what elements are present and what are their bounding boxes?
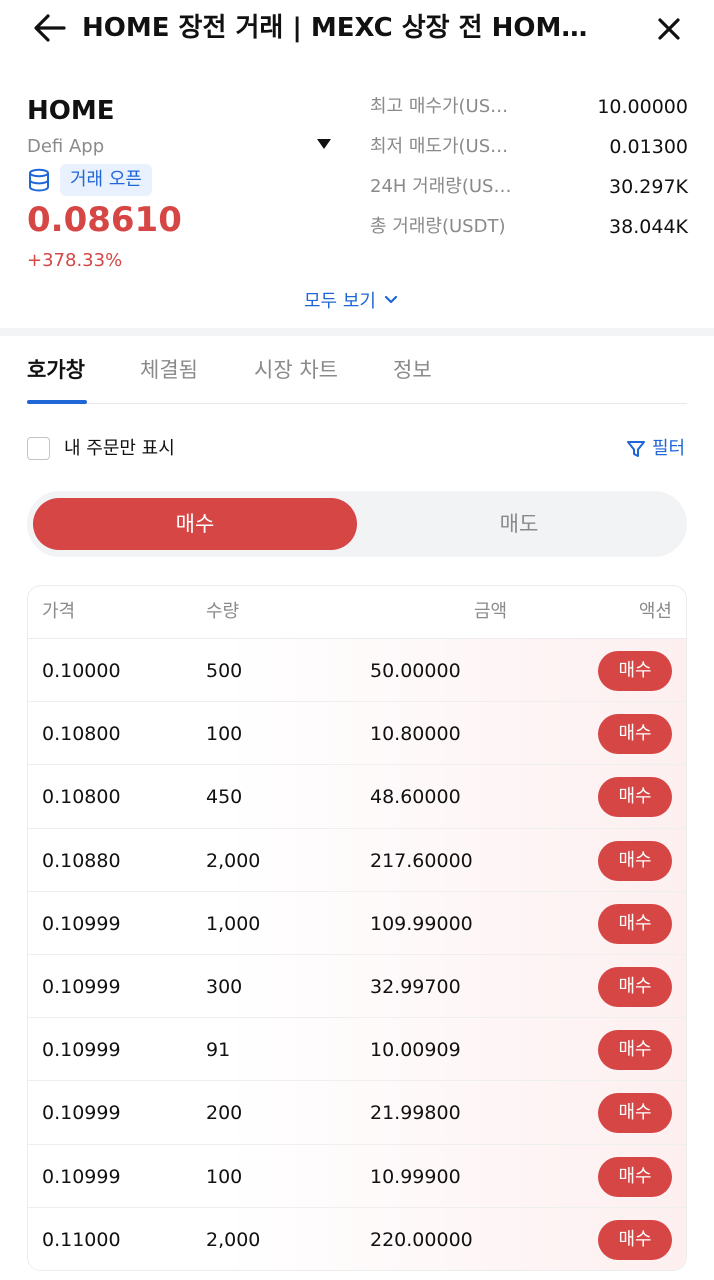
row-buy-button[interactable]: 매수	[598, 903, 672, 944]
token-subtitle: Defi App	[27, 136, 105, 157]
my-orders-checkbox[interactable]	[27, 437, 50, 460]
filter-button[interactable]: 필터	[626, 435, 685, 463]
cell-amount: 10.00909	[370, 1039, 461, 1062]
row-buy-button[interactable]: 매수	[598, 1093, 672, 1134]
stat-value: 0.01300	[609, 136, 688, 158]
header-action: 액션	[638, 601, 672, 622]
tab-market-chart[interactable]: 시장 차트	[254, 350, 338, 390]
cell-amount: 10.99900	[370, 1165, 461, 1188]
header-amount: 금액	[474, 601, 508, 622]
sell-toggle-button[interactable]: 매도	[357, 498, 681, 550]
table-row: 0.10999 100 10.99900 매수	[28, 1144, 686, 1208]
row-buy-button[interactable]: 매수	[598, 840, 672, 881]
cell-price: 0.10999	[42, 912, 121, 935]
table-row: 0.10800 100 10.80000 매수	[28, 702, 686, 766]
cell-quantity: 1,000	[206, 912, 261, 935]
table-row: 0.10800 450 48.60000 매수	[28, 765, 686, 829]
cell-quantity: 2,000	[206, 849, 261, 872]
table-row: 0.10999 91 10.00909 매수	[28, 1018, 686, 1082]
table-row: 0.10880 2,000 217.60000 매수	[28, 828, 686, 892]
stat-value: 30.297K	[609, 176, 688, 198]
view-all-button[interactable]: 모두 보기	[304, 286, 398, 314]
cell-quantity: 100	[206, 723, 243, 746]
view-all-label: 모두 보기	[304, 291, 376, 312]
cell-quantity: 100	[206, 1165, 243, 1188]
buy-toggle-button[interactable]: 매수	[33, 498, 357, 550]
cell-amount: 220.00000	[370, 1228, 473, 1251]
stat-label: 최고 매수가(USDT)	[370, 96, 520, 117]
header-price: 가격	[42, 601, 76, 622]
cell-price: 0.10999	[42, 975, 121, 998]
cell-quantity: 91	[206, 1039, 231, 1062]
row-buy-button[interactable]: 매수	[598, 1219, 672, 1260]
row-buy-button[interactable]: 매수	[598, 651, 672, 691]
cell-amount: 217.60000	[370, 849, 473, 872]
tab-orderbook[interactable]: 호가창	[27, 350, 85, 390]
stat-total-volume: 총 거래량(USDT) 38.044K	[370, 208, 688, 248]
stats-panel: 최고 매수가(USDT) 10.00000 최저 매도가(USDT) 0.013…	[370, 88, 688, 248]
cell-price: 0.10999	[42, 1165, 121, 1188]
stat-highest-bid: 최고 매수가(USDT) 10.00000	[370, 88, 688, 128]
stat-lowest-ask: 최저 매도가(USDT) 0.01300	[370, 128, 688, 168]
stat-value: 38.044K	[609, 216, 688, 238]
row-buy-button[interactable]: 매수	[598, 1156, 672, 1197]
active-tab-indicator	[27, 400, 87, 404]
tab-bar: 호가창 체결됨 시장 차트 정보	[27, 350, 687, 404]
row-buy-button[interactable]: 매수	[598, 1030, 672, 1071]
cell-amount: 32.99700	[370, 975, 461, 998]
cell-amount: 21.99800	[370, 1102, 461, 1125]
row-buy-button[interactable]: 매수	[598, 966, 672, 1007]
caret-down-icon[interactable]	[316, 138, 332, 150]
my-orders-label: 내 주문만 표시	[64, 438, 175, 459]
cell-quantity: 500	[206, 660, 243, 682]
table-header: 가격 수량 금액 액션	[28, 586, 686, 639]
table-row: 0.10999 1,000 109.99000 매수	[28, 891, 686, 955]
filter-label: 필터	[652, 438, 686, 459]
table-row: 0.11000 2,000 220.00000 매수	[28, 1207, 686, 1270]
section-divider	[0, 328, 714, 336]
cell-price: 0.10999	[42, 1039, 121, 1062]
chevron-down-icon	[384, 295, 398, 304]
table-row: 0.10000 500 50.00000 매수	[28, 639, 686, 703]
cell-quantity: 200	[206, 1102, 243, 1125]
cell-amount: 109.99000	[370, 912, 473, 935]
close-icon[interactable]	[652, 12, 686, 46]
stat-label: 총 거래량(USDT)	[370, 216, 506, 237]
header-bar: HOME 장전 거래 | MEXC 상장 전 HOME 거래 및 가격 확인	[0, 0, 714, 58]
cell-amount: 10.80000	[370, 723, 461, 746]
filter-icon	[627, 441, 645, 457]
tab-info[interactable]: 정보	[393, 350, 432, 390]
cell-quantity: 450	[206, 786, 243, 809]
stat-24h-volume: 24H 거래량(USDT) 30.297K	[370, 168, 688, 208]
cell-price: 0.10999	[42, 1102, 121, 1125]
cell-amount: 48.60000	[370, 786, 461, 809]
buy-sell-toggle: 매수 매도	[27, 491, 687, 557]
cell-quantity: 300	[206, 975, 243, 998]
price-change: +378.33%	[27, 250, 123, 271]
table-row: 0.10999 200 21.99800 매수	[28, 1081, 686, 1145]
row-buy-button[interactable]: 매수	[598, 714, 672, 755]
row-buy-button[interactable]: 매수	[598, 777, 672, 818]
current-price: 0.08610	[27, 200, 182, 240]
header-quantity: 수량	[206, 601, 240, 622]
trading-open-badge: 거래 오픈	[60, 164, 152, 196]
stat-value: 10.00000	[597, 96, 688, 118]
cell-price: 0.10000	[42, 660, 121, 682]
cell-amount: 50.00000	[370, 660, 461, 682]
database-icon	[29, 168, 49, 192]
cell-price: 0.10800	[42, 786, 121, 809]
cell-price: 0.11000	[42, 1228, 121, 1251]
stat-label: 최저 매도가(USDT)	[370, 136, 520, 157]
tab-filled[interactable]: 체결됨	[140, 350, 198, 390]
stat-label: 24H 거래량(USDT)	[370, 176, 520, 197]
cell-price: 0.10880	[42, 849, 121, 872]
table-row: 0.10999 300 32.99700 매수	[28, 954, 686, 1019]
token-name: HOME	[27, 96, 115, 126]
table-body: 0.10000 500 50.00000 매수 0.10800 100 10.80000 매수…	[28, 639, 686, 1270]
cell-price: 0.10800	[42, 723, 121, 746]
order-table: 가격 수량 금액 액션 0.10000 500 50.00000 매수 0.10800 1…	[27, 585, 687, 1271]
back-arrow-icon[interactable]	[30, 10, 70, 46]
page-title: HOME 장전 거래 | MEXC 상장 전 HOME 거래 및 가격 확인	[82, 13, 602, 43]
cell-quantity: 2,000	[206, 1228, 261, 1251]
